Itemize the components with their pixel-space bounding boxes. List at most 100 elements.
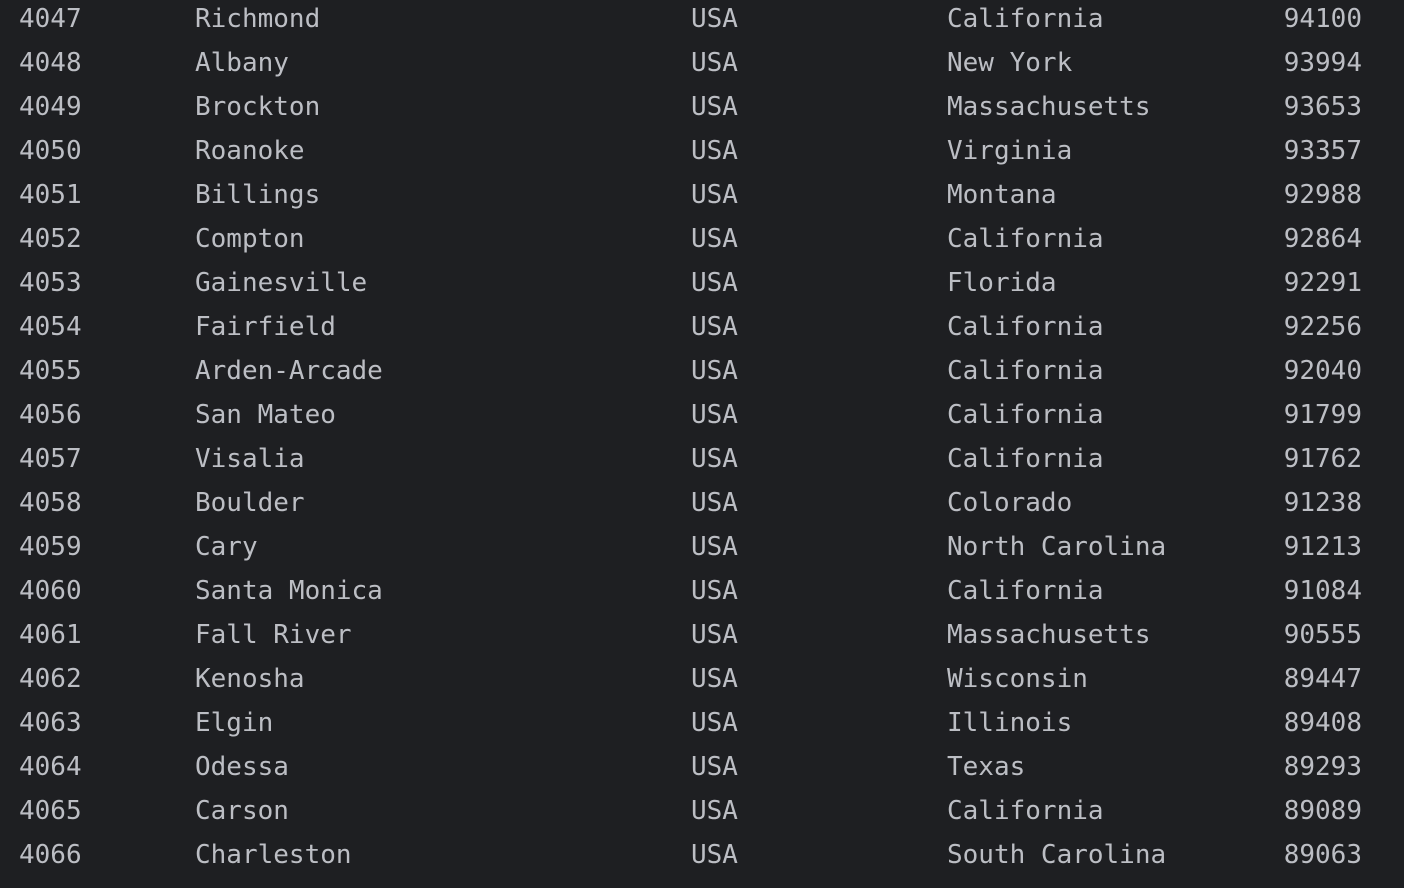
city-cell: Kenosha: [195, 664, 305, 694]
row-id: 4056: [19, 400, 82, 430]
population-cell: 91213: [1283, 532, 1362, 562]
population-cell: 92864: [1283, 224, 1362, 254]
state-cell: California: [947, 576, 1104, 606]
state-cell: California: [947, 400, 1104, 430]
table-row: 4049 Brockton USA Massachusetts 93653: [0, 85, 1404, 129]
state-cell: North Carolina: [947, 532, 1167, 562]
population-cell: 93994: [1283, 48, 1362, 78]
table-row: 4058 Boulder USA Colorado 91238: [0, 481, 1404, 525]
city-cell: San Mateo: [195, 400, 336, 430]
city-cell: Charleston: [195, 840, 352, 870]
country-cell: USA: [691, 48, 738, 78]
city-cell: Carson: [195, 796, 289, 826]
table-row: 4065 Carson USA California 89089: [0, 789, 1404, 833]
state-cell: Virginia: [947, 136, 1073, 166]
table-row: 4062 Kenosha USA Wisconsin 89447: [0, 657, 1404, 701]
row-id: 4047: [19, 4, 82, 34]
state-cell: California: [947, 4, 1104, 34]
country-cell: USA: [691, 488, 738, 518]
country-cell: USA: [691, 180, 738, 210]
table-row: 4052 Compton USA California 92864: [0, 217, 1404, 261]
population-cell: 91238: [1283, 488, 1362, 518]
population-cell: 94100: [1283, 4, 1362, 34]
row-id: 4063: [19, 708, 82, 738]
city-cell: Billings: [195, 180, 321, 210]
table-row: 4056 San Mateo USA California 91799: [0, 393, 1404, 437]
state-cell: California: [947, 356, 1104, 386]
table-row: 4063 Elgin USA Illinois 89408: [0, 701, 1404, 745]
state-cell: Massachusetts: [947, 620, 1151, 650]
country-cell: USA: [691, 312, 738, 342]
country-cell: USA: [691, 444, 738, 474]
population-cell: 93357: [1283, 136, 1362, 166]
table-row: 4047 Richmond USA California 94100: [0, 0, 1404, 41]
row-id: 4062: [19, 664, 82, 694]
city-cell: Brockton: [195, 92, 321, 122]
row-id: 4058: [19, 488, 82, 518]
population-cell: 92291: [1283, 268, 1362, 298]
city-cell: Fairfield: [195, 312, 336, 342]
city-cell: Richmond: [195, 4, 321, 34]
city-cell: Roanoke: [195, 136, 305, 166]
country-cell: USA: [691, 664, 738, 694]
population-cell: 91084: [1283, 576, 1362, 606]
country-cell: USA: [691, 532, 738, 562]
country-cell: USA: [691, 4, 738, 34]
population-cell: 91762: [1283, 444, 1362, 474]
table-row: 4057 Visalia USA California 91762: [0, 437, 1404, 481]
population-cell: 92040: [1283, 356, 1362, 386]
city-cell: Visalia: [195, 444, 305, 474]
state-cell: California: [947, 312, 1104, 342]
row-id: 4053: [19, 268, 82, 298]
city-cell: Boulder: [195, 488, 305, 518]
city-cell: Santa Monica: [195, 576, 383, 606]
population-cell: 90555: [1283, 620, 1362, 650]
state-cell: Florida: [947, 268, 1057, 298]
country-cell: USA: [691, 840, 738, 870]
state-cell: California: [947, 444, 1104, 474]
country-cell: USA: [691, 796, 738, 826]
row-id: 4064: [19, 752, 82, 782]
state-cell: Texas: [947, 752, 1026, 782]
state-cell: South Carolina: [947, 840, 1167, 870]
city-cell: Odessa: [195, 752, 289, 782]
table-row: 4048 Albany USA New York 93994: [0, 41, 1404, 85]
population-cell: 89293: [1283, 752, 1362, 782]
city-cell: Cary: [195, 532, 258, 562]
state-cell: New York: [947, 48, 1073, 78]
table-row: 4066 Charleston USA South Carolina 89063: [0, 833, 1404, 877]
table-row: 4051 Billings USA Montana 92988: [0, 173, 1404, 217]
country-cell: USA: [691, 576, 738, 606]
city-cell: Fall River: [195, 620, 352, 650]
table-row: 4064 Odessa USA Texas 89293: [0, 745, 1404, 789]
country-cell: USA: [691, 136, 738, 166]
country-cell: USA: [691, 400, 738, 430]
state-cell: California: [947, 796, 1104, 826]
row-id: 4054: [19, 312, 82, 342]
country-cell: USA: [691, 356, 738, 386]
state-cell: California: [947, 224, 1104, 254]
country-cell: USA: [691, 268, 738, 298]
table-row: 4059 Cary USA North Carolina 91213: [0, 525, 1404, 569]
row-id: 4059: [19, 532, 82, 562]
country-cell: USA: [691, 752, 738, 782]
state-cell: Montana: [947, 180, 1057, 210]
query-output: 4047 Richmond USA California 94100 4048 Albany…: [0, 0, 1404, 888]
row-id: 4055: [19, 356, 82, 386]
row-id: 4066: [19, 840, 82, 870]
population-cell: 92988: [1283, 180, 1362, 210]
table-row: 4060 Santa Monica USA California 91084: [0, 569, 1404, 613]
population-cell: 92256: [1283, 312, 1362, 342]
state-cell: Massachusetts: [947, 92, 1151, 122]
population-cell: 89447: [1283, 664, 1362, 694]
country-cell: USA: [691, 708, 738, 738]
table-row: 4061 Fall River USA Massachusetts 90555: [0, 613, 1404, 657]
row-id: 4061: [19, 620, 82, 650]
state-cell: Colorado: [947, 488, 1073, 518]
row-id: 4048: [19, 48, 82, 78]
country-cell: USA: [691, 92, 738, 122]
city-cell: Elgin: [195, 708, 274, 738]
row-id: 4051: [19, 180, 82, 210]
row-id: 4057: [19, 444, 82, 474]
city-cell: Compton: [195, 224, 305, 254]
